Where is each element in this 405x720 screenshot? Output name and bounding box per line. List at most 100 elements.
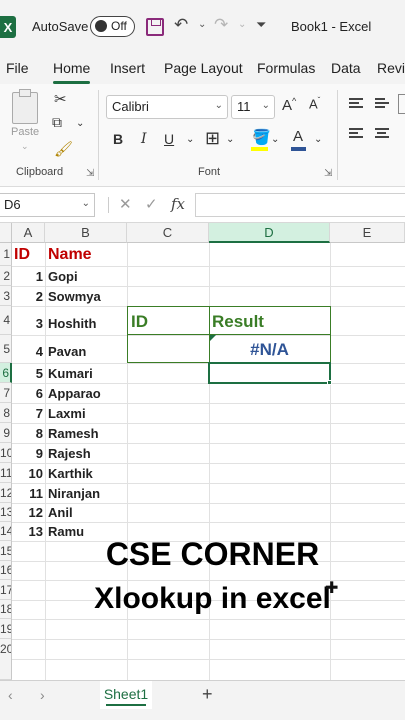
cell-id[interactable]: 5 <box>12 366 43 381</box>
name-box[interactable]: D6 ⌄ <box>0 193 95 217</box>
cell-a1-id-header[interactable]: ID <box>14 246 30 264</box>
redo-dropdown-icon[interactable]: ⌄ <box>238 19 246 30</box>
cell-name[interactable]: Ramesh <box>48 426 99 441</box>
cell-name[interactable]: Gopi <box>48 269 78 284</box>
align-left-icon[interactable] <box>349 128 363 140</box>
previous-sheet-icon[interactable]: ‹ <box>8 687 13 703</box>
tab-page-layout[interactable]: Page Layout <box>164 60 243 76</box>
next-sheet-icon[interactable]: › <box>40 687 45 703</box>
cell-c3-lookup-id-header[interactable]: ID <box>131 312 148 332</box>
fill-handle[interactable] <box>327 380 332 385</box>
cancel-icon[interactable]: ✕ <box>119 195 132 213</box>
clipboard-launcher-icon[interactable]: ⇲ <box>86 168 94 179</box>
fill-color-dropdown-icon[interactable]: ⌄ <box>271 134 279 145</box>
font-size-select[interactable]: 11 ⌄ <box>231 95 275 119</box>
cell-id[interactable]: 6 <box>12 386 43 401</box>
borders-icon[interactable]: ⊞ <box>205 128 220 149</box>
bold-button[interactable]: B <box>113 131 123 147</box>
tab-insert[interactable]: Insert <box>110 60 145 76</box>
font-color-icon[interactable]: A <box>293 128 303 145</box>
tab-review[interactable]: Revie <box>377 60 405 76</box>
font-launcher-icon[interactable]: ⇲ <box>324 168 332 179</box>
save-icon[interactable] <box>146 18 164 36</box>
cell-name[interactable]: Laxmi <box>48 406 86 421</box>
column-header-e[interactable]: E <box>330 223 405 243</box>
cell-b1-name-header[interactable]: Name <box>48 246 92 264</box>
row-header[interactable]: 7 <box>0 383 12 403</box>
align-top-icon[interactable] <box>349 98 363 110</box>
row-header[interactable]: 3 <box>0 286 12 306</box>
underline-button[interactable]: U <box>164 131 174 147</box>
borders-dropdown-icon[interactable]: ⌄ <box>226 134 234 145</box>
format-painter-icon[interactable]: 🖌 <box>54 140 73 158</box>
row-header[interactable]: 5 <box>0 335 12 363</box>
decrease-font-size-icon[interactable]: Aˇ <box>309 96 320 111</box>
row-header[interactable]: 2 <box>0 266 12 286</box>
cell-d3-result-header[interactable]: Result <box>212 312 264 332</box>
align-center-icon[interactable] <box>375 128 389 140</box>
cell-name[interactable]: Pavan <box>48 344 86 359</box>
row-header[interactable]: 10 <box>0 443 12 463</box>
italic-button[interactable]: I <box>141 131 147 147</box>
customize-qat-icon[interactable]: ⏷ <box>256 17 266 33</box>
copy-icon[interactable]: ⧉ <box>52 114 62 131</box>
column-header-c[interactable]: C <box>127 223 209 243</box>
formula-input[interactable] <box>195 193 405 217</box>
tab-formulas[interactable]: Formulas <box>257 60 315 76</box>
underline-dropdown-icon[interactable]: ⌄ <box>186 134 194 145</box>
paste-dropdown-icon[interactable]: ⌄ <box>21 141 29 152</box>
cell-name[interactable]: Kumari <box>48 366 93 381</box>
font-name-select[interactable]: Calibri ⌄ <box>106 95 228 119</box>
cell-name[interactable]: Apparao <box>48 386 101 401</box>
copy-dropdown-icon[interactable]: ⌄ <box>76 118 84 129</box>
cell-id[interactable]: 1 <box>12 269 43 284</box>
cell-id[interactable]: 10 <box>12 466 43 481</box>
insert-function-icon[interactable]: fx <box>171 195 185 213</box>
cell-name[interactable]: Karthik <box>48 466 93 481</box>
redo-icon[interactable]: ↷ <box>214 15 228 35</box>
cell-id[interactable]: 8 <box>12 426 43 441</box>
paste-icon[interactable] <box>12 89 38 124</box>
cell-id[interactable]: 2 <box>12 289 43 304</box>
cell-id[interactable]: 7 <box>12 406 43 421</box>
cut-icon[interactable]: ✂ <box>54 90 67 108</box>
select-all-corner[interactable] <box>0 223 12 243</box>
tab-file[interactable]: File <box>6 60 29 76</box>
cell-name[interactable]: Anil <box>48 505 73 520</box>
column-header-b[interactable]: B <box>45 223 127 243</box>
wrap-text-icon[interactable] <box>398 94 405 114</box>
row-header[interactable]: 20 <box>0 639 12 680</box>
cell-name[interactable]: Niranjan <box>48 486 100 501</box>
enter-icon[interactable]: ✓ <box>145 195 158 213</box>
cell-id[interactable]: 12 <box>12 505 43 520</box>
row-header[interactable]: 12 <box>0 483 12 503</box>
active-cell-d6[interactable] <box>208 362 331 384</box>
cell-name[interactable]: Sowmya <box>48 289 101 304</box>
paste-button-label[interactable]: Paste <box>11 126 39 138</box>
cell-id[interactable]: 4 <box>12 344 43 359</box>
row-header[interactable]: 6 <box>0 363 12 383</box>
autosave-toggle[interactable]: Off <box>90 16 135 37</box>
increase-font-size-icon[interactable]: A^ <box>282 96 296 114</box>
cell-id[interactable]: 9 <box>12 446 43 461</box>
row-header[interactable]: 8 <box>0 403 12 423</box>
column-header-d[interactable]: D <box>209 223 330 243</box>
row-header[interactable]: 19 <box>0 619 12 639</box>
cell-id[interactable]: 3 <box>12 316 43 331</box>
undo-icon[interactable]: ↶ <box>174 15 188 35</box>
cell-id[interactable]: 11 <box>12 486 43 501</box>
column-header-a[interactable]: A <box>12 223 45 243</box>
tab-home[interactable]: Home <box>53 60 90 76</box>
row-header[interactable]: 1 <box>0 243 12 266</box>
row-header[interactable]: 13 <box>0 503 12 522</box>
row-header[interactable]: 4 <box>0 306 12 335</box>
row-header[interactable]: 11 <box>0 463 12 483</box>
align-middle-icon[interactable] <box>375 98 389 110</box>
cell-name[interactable]: Rajesh <box>48 446 91 461</box>
fill-color-icon[interactable]: 🪣 <box>252 128 271 146</box>
font-color-dropdown-icon[interactable]: ⌄ <box>314 134 322 145</box>
undo-dropdown-icon[interactable]: ⌄ <box>198 19 206 30</box>
cell-d4-result-value[interactable]: #N/A <box>209 340 330 360</box>
add-sheet-icon[interactable]: + <box>202 684 213 705</box>
tab-data[interactable]: Data <box>331 60 361 76</box>
